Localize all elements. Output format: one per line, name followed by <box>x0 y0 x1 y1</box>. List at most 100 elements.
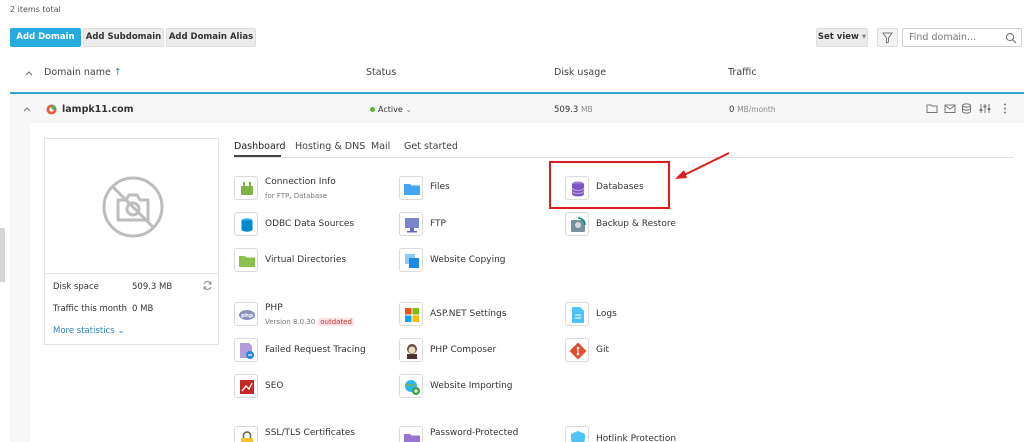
active-tab-indicator <box>234 155 281 157</box>
more-options-icon[interactable] <box>1003 103 1007 114</box>
php-tile[interactable]: php <box>234 302 258 326</box>
tab-get-started[interactable]: Get started <box>404 141 458 152</box>
refresh-icon[interactable] <box>202 280 213 291</box>
databases-highlight-box <box>549 161 670 209</box>
php-composer-link[interactable]: PHP Composer <box>430 345 496 355</box>
outdated-badge: outdated <box>318 318 354 326</box>
odbc-tile[interactable] <box>234 212 258 236</box>
seo-link[interactable]: SEO <box>265 381 283 391</box>
virtual-dirs-tile[interactable] <box>234 248 258 272</box>
backup-tile[interactable] <box>565 212 589 236</box>
traffic-number: 0 <box>729 105 735 115</box>
folder-icon[interactable] <box>926 103 938 114</box>
website-importing-link[interactable]: Website Importing <box>430 381 513 391</box>
collapse-all-icon[interactable] <box>25 70 33 76</box>
add-domain-alias-button[interactable]: Add Domain Alias <box>166 28 256 47</box>
domain-name-link[interactable]: lampk11.com <box>62 104 134 115</box>
chevron-down-icon: ⌄ <box>405 105 412 114</box>
column-status[interactable]: Status <box>366 67 396 78</box>
password-protected-tile[interactable] <box>399 426 423 442</box>
failed-request-tile[interactable] <box>234 338 258 362</box>
disk-number: 509.3 <box>554 105 579 115</box>
status-dot-icon <box>370 107 375 112</box>
more-statistics-label: More statistics <box>53 326 115 336</box>
windows-icon <box>405 308 419 322</box>
disk-usage-value: 509.3 MB <box>554 105 593 115</box>
no-preview-camera-icon <box>102 176 164 238</box>
chevron-down-icon: ⌄ <box>117 326 125 336</box>
column-disk-usage[interactable]: Disk usage <box>554 67 606 78</box>
password-protected-link[interactable]: Password-Protected <box>430 428 518 438</box>
ftp-link[interactable]: FTP <box>430 219 446 229</box>
column-domain-name[interactable]: Domain name ↑ <box>44 67 122 78</box>
column-traffic[interactable]: Traffic <box>728 67 757 78</box>
traffic-value: 0 MB/month <box>729 105 776 115</box>
files-tile[interactable] <box>399 176 423 200</box>
traffic-month-value: 0 MB <box>132 304 154 314</box>
add-subdomain-button[interactable]: Add Subdomain <box>83 28 164 47</box>
collapse-row-icon[interactable] <box>23 106 31 112</box>
disk-space-label: Disk space <box>53 282 99 292</box>
aspnet-tile[interactable] <box>399 302 423 326</box>
website-copying-link[interactable]: Website Copying <box>430 255 506 265</box>
hotlink-tile[interactable] <box>565 426 589 442</box>
svg-text:php: php <box>241 313 253 319</box>
connection-info-tile[interactable] <box>234 176 258 200</box>
php-version: Version 8.0.30 <box>265 318 316 326</box>
backup-icon <box>571 217 586 232</box>
logs-document-icon <box>572 307 584 323</box>
connection-info-subtitle: for FTP, Database <box>265 192 328 200</box>
settings-sliders-icon[interactable] <box>979 103 991 114</box>
items-total: 2 items total <box>10 5 61 14</box>
ftp-tile[interactable] <box>399 212 423 236</box>
tab-dashboard[interactable]: Dashboard <box>234 141 286 152</box>
plug-icon <box>241 182 253 195</box>
logs-tile[interactable] <box>565 302 589 326</box>
tab-mail[interactable]: Mail <box>371 141 390 152</box>
php-icon: php <box>239 310 255 320</box>
site-favicon-icon <box>46 104 57 115</box>
mail-icon[interactable] <box>944 103 956 114</box>
failed-request-icon <box>240 343 254 359</box>
git-icon <box>569 342 587 360</box>
status-text: Active <box>378 105 403 114</box>
filter-button[interactable] <box>877 28 898 47</box>
set-view-button[interactable]: Set view ▾ <box>816 28 868 47</box>
search-input[interactable] <box>909 29 1005 46</box>
disk-space-value: 509.3 MB <box>132 282 173 292</box>
odbc-link[interactable]: ODBC Data Sources <box>265 219 354 229</box>
search-box[interactable] <box>902 28 1022 47</box>
status-dropdown[interactable]: Active ⌄ <box>370 105 412 114</box>
odbc-database-icon <box>241 218 253 232</box>
website-importing-tile[interactable] <box>399 374 423 398</box>
filter-icon <box>882 32 893 44</box>
php-link[interactable]: PHP <box>265 303 283 313</box>
files-link[interactable]: Files <box>430 182 450 192</box>
copy-icon <box>405 254 419 268</box>
database-icon[interactable] <box>961 103 972 114</box>
virtual-dirs-link[interactable]: Virtual Directories <box>265 255 346 265</box>
search-icon[interactable] <box>1005 32 1017 44</box>
failed-request-link[interactable]: Failed Request Tracing <box>265 345 366 355</box>
add-domain-button[interactable]: Add Domain <box>10 28 81 47</box>
tab-hosting-dns[interactable]: Hosting & DNS <box>295 141 365 152</box>
seo-tile[interactable] <box>234 374 258 398</box>
git-tile[interactable] <box>565 338 589 362</box>
git-link[interactable]: Git <box>596 345 609 355</box>
php-composer-tile[interactable] <box>399 338 423 362</box>
aspnet-link[interactable]: ASP.NET Settings <box>430 309 506 319</box>
ssl-link[interactable]: SSL/TLS Certificates <box>265 428 355 438</box>
backup-link[interactable]: Backup & Restore <box>596 219 676 229</box>
shield-icon <box>571 431 585 442</box>
disk-unit: MB <box>581 105 593 114</box>
more-statistics-link[interactable]: More statistics ⌄ <box>53 326 125 336</box>
chevron-down-icon: ▾ <box>861 32 867 42</box>
ssl-tile[interactable] <box>234 426 258 442</box>
tabs-divider <box>234 157 1014 158</box>
site-preview[interactable] <box>44 138 219 274</box>
logs-link[interactable]: Logs <box>596 309 617 319</box>
connection-info-link[interactable]: Connection Info <box>265 177 336 187</box>
side-panel-handle[interactable] <box>0 228 5 282</box>
hotlink-link[interactable]: Hotlink Protection <box>596 434 676 442</box>
website-copying-tile[interactable] <box>399 248 423 272</box>
